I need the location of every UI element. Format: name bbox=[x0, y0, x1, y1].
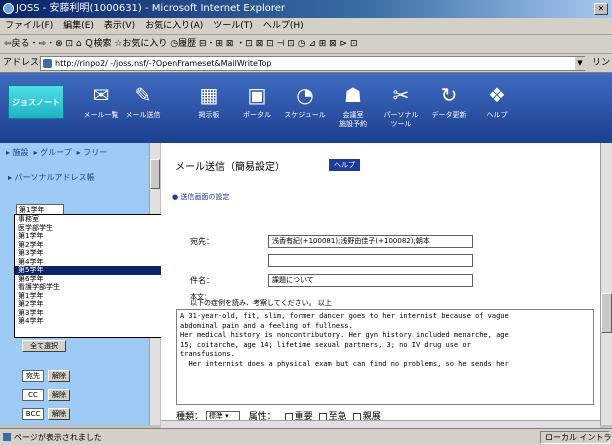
body-line: 15; coitarche, age 14; lifetime sexual p… bbox=[180, 340, 471, 349]
tool-exit[interactable]: ↻ データ更新 bbox=[426, 80, 472, 136]
tool-label: 掲示板 bbox=[198, 111, 220, 119]
clear-recipient-button[interactable]: 解除 bbox=[48, 408, 70, 420]
page-title: メール送信（簡易設定） bbox=[175, 162, 285, 173]
recipient-type-label: 宛先 bbox=[22, 370, 44, 382]
menu-item[interactable]: ヘルプ(H) bbox=[258, 21, 309, 31]
tool-label: ヘルプ bbox=[486, 111, 508, 119]
app-logo[interactable]: ジョスノート bbox=[8, 85, 64, 119]
tool-mail-write[interactable]: ✎ メール送信 bbox=[120, 80, 166, 136]
body-line: Her internist does a physical exam but c… bbox=[180, 359, 509, 368]
tool-label: 会議室 施設予約 bbox=[339, 111, 367, 128]
calendar-icon: ▦ bbox=[199, 83, 219, 107]
recipient-type-label: CC bbox=[22, 389, 44, 401]
main-scrollbar[interactable] bbox=[600, 143, 612, 425]
menu-item[interactable]: ファイル(F) bbox=[0, 21, 58, 31]
address-bar: アドレス(D) http://rinpo2/ -/joss.nsf/-?Open… bbox=[0, 54, 612, 87]
menu-item[interactable]: 表示(V) bbox=[99, 21, 140, 31]
subject-field[interactable]: 課題について bbox=[268, 274, 473, 287]
tool-clock[interactable]: ◔ スケジュール bbox=[282, 80, 328, 136]
body-line: transfusions. bbox=[180, 350, 235, 359]
body-line: abdominal pain and a feeling of fullness… bbox=[180, 321, 353, 330]
to-field[interactable]: 浅香有紀(+100081);浅野由佳子(+100082);朝本 bbox=[268, 235, 473, 248]
address-tab[interactable]: ▸ グループ bbox=[34, 148, 72, 157]
subject-label: 件名： bbox=[190, 276, 214, 285]
tool-label: スケジュール bbox=[284, 111, 326, 119]
cc-field[interactable] bbox=[268, 254, 473, 267]
menu-bar: ファイル(F) 編集(E) 表示(V) お気に入り(A) ツール(T) ヘルプ(H) bbox=[0, 18, 612, 35]
help-button[interactable]: ヘルプ bbox=[329, 159, 360, 171]
tool-calendar[interactable]: ▦ 掲示板 bbox=[186, 80, 232, 136]
meeting-icon: ☗ bbox=[344, 83, 362, 107]
clock-icon: ◔ bbox=[296, 83, 314, 107]
tool-label: データ更新 bbox=[431, 111, 467, 119]
mail-write-icon: ✎ bbox=[134, 83, 152, 107]
to-label: 宛先： bbox=[190, 237, 214, 246]
mail-icon: ✉ bbox=[92, 83, 110, 107]
tool-meeting[interactable]: ☗ 会議室 施設予約 bbox=[330, 80, 376, 136]
tool-label: ポータル bbox=[243, 111, 271, 119]
horizontal-scrollbar[interactable] bbox=[161, 420, 600, 428]
body-textarea[interactable]: A 31-year-old, fit, slim, former dancer … bbox=[176, 309, 594, 405]
tool-label: メール送信 bbox=[125, 111, 161, 119]
portal-icon: ▣ bbox=[247, 83, 267, 107]
status-bar: ページが表示されました ローカル イントラネット bbox=[0, 428, 612, 445]
address-tab[interactable]: ▸ フリー bbox=[77, 148, 108, 157]
tool-label: パーソナル ツール bbox=[383, 111, 419, 128]
tool-portal[interactable]: ▣ ポータル bbox=[234, 80, 280, 136]
body-note: 以下の症例を読み、考察してください。 以上 bbox=[190, 299, 332, 307]
section-heading: ● 送信画面の設定 bbox=[172, 193, 230, 201]
tool-label: メール一覧 bbox=[83, 111, 119, 119]
exit-icon: ↻ bbox=[440, 83, 458, 107]
address-dropdown-icon[interactable]: ▼ bbox=[575, 57, 585, 70]
address-input[interactable]: http://rinpo2/ -/joss.nsf/-?OpenFrameset… bbox=[40, 56, 585, 71]
window-title: JOSS - 安藤利明(1000631) - Microsoft Interne… bbox=[16, 3, 285, 14]
zone-indicator: ローカル イントラネット bbox=[540, 431, 612, 444]
main-scroll-thumb[interactable] bbox=[601, 293, 612, 333]
tool-help-book[interactable]: ❖ ヘルプ bbox=[474, 80, 520, 136]
body-line: Her medical history is noncontributory. … bbox=[180, 331, 509, 340]
help-book-icon: ❖ bbox=[488, 83, 506, 107]
window-title-bar: JOSS - 安藤利明(1000631) - Microsoft Interne… bbox=[0, 0, 612, 18]
menu-item[interactable]: ツール(T) bbox=[208, 21, 258, 31]
tool-tools[interactable]: ✂ パーソナル ツール bbox=[378, 80, 424, 136]
tool-mail[interactable]: ✉ メール一覧 bbox=[78, 80, 124, 136]
address-tab[interactable]: ▸ 施設 bbox=[6, 148, 29, 157]
recipient-type-label: BCC bbox=[22, 408, 44, 420]
ie-icon bbox=[3, 3, 14, 14]
page-icon bbox=[3, 433, 11, 441]
left-scroll-thumb[interactable] bbox=[150, 159, 160, 189]
select-all-button[interactable]: 全て選択 bbox=[22, 340, 66, 352]
menu-item[interactable]: 編集(E) bbox=[58, 21, 99, 31]
browser-toolbar[interactable]: ⇦戻る・⇨・⊗ ⊡ ⌂ Ｑ検索 ☆お気に入り ◷履歴 ⊟・⊞ ⊠ ・⊡ ⊠ ⊡ … bbox=[0, 35, 612, 54]
personal-address-heading[interactable]: ▸ パーソナルアドレス帳 bbox=[8, 172, 95, 183]
body-line: A 31-year-old, fit, slim, former dancer … bbox=[180, 312, 509, 320]
clear-recipient-button[interactable]: 解除 bbox=[48, 389, 70, 401]
tools-icon: ✂ bbox=[392, 83, 410, 107]
close-window-button[interactable]: ✕ bbox=[594, 3, 608, 15]
clear-recipient-button[interactable]: 解除 bbox=[48, 370, 70, 382]
browser-toolbar-buttons[interactable]: ⇦戻る・⇨・⊗ ⊡ ⌂ Ｑ検索 ☆お気に入り ◷履歴 ⊟・⊞ ⊠ ・⊡ ⊠ ⊡ … bbox=[4, 39, 357, 49]
menu-item[interactable]: お気に入り(A) bbox=[140, 21, 208, 31]
status-text: ページが表示されました bbox=[14, 433, 102, 442]
address-tabs: ▸ 施設 ▸ グループ ▸ フリー bbox=[6, 147, 112, 158]
